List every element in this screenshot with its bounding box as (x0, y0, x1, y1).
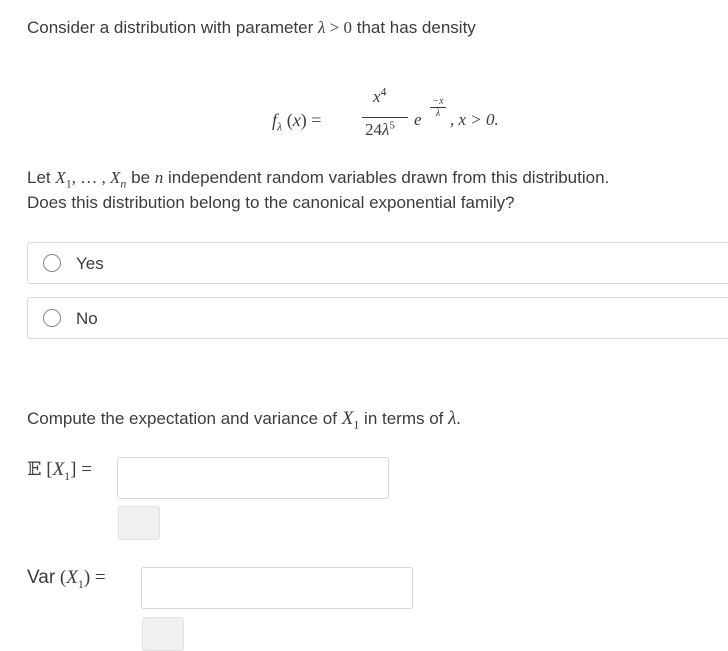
radio-circle-icon[interactable] (43, 309, 61, 327)
option-no-label: No (76, 309, 98, 328)
formula-denominator: 24λ5 (365, 119, 395, 139)
fraction-bar (362, 117, 408, 118)
question-text-line1: Let X1, … , Xn be n independent random v… (27, 168, 610, 191)
radio-circle-icon[interactable] (43, 254, 61, 272)
question-text-line2: Does this distribution belong to the can… (27, 193, 515, 212)
option-no[interactable]: No (27, 297, 728, 339)
expectation-preview-button[interactable] (118, 506, 160, 540)
option-yes[interactable]: Yes (27, 242, 728, 284)
variance-preview-button[interactable] (142, 617, 184, 651)
compute-prompt: Compute the expectation and variance of … (27, 408, 461, 432)
intro-prefix: Consider a distribution with parameter (27, 18, 319, 37)
intro-text: Consider a distribution with parameter λ… (27, 18, 476, 37)
expectation-input[interactable] (117, 457, 389, 499)
formula-numerator: x4 (373, 84, 387, 106)
expectation-label: 𝔼 [X1] = (27, 458, 92, 483)
option-yes-label: Yes (76, 254, 104, 273)
variance-label: Var (X1) = (27, 567, 106, 591)
density-domain: , x > 0. (450, 110, 499, 129)
intro-suffix: that has density (352, 18, 476, 37)
variance-input[interactable] (141, 567, 413, 609)
